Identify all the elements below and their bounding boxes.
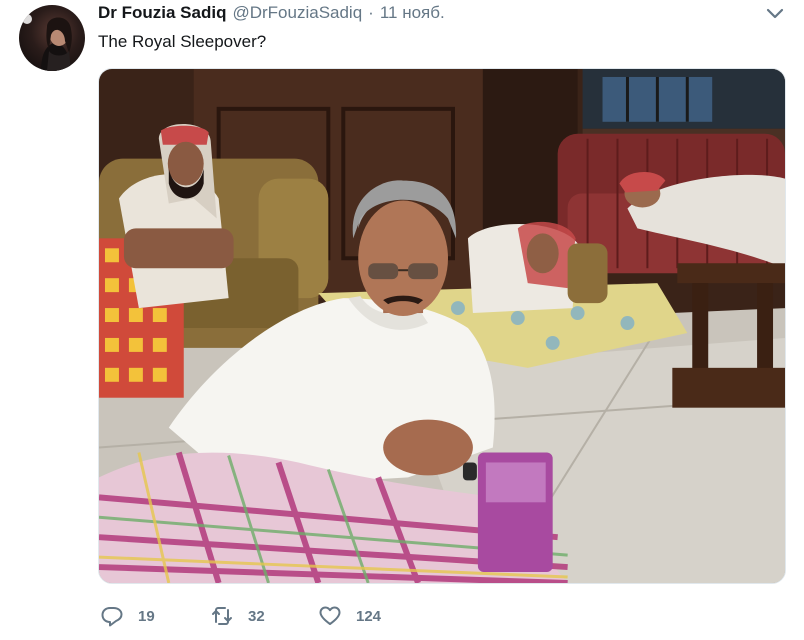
tweet-text: The Royal Sleepover? — [98, 32, 267, 51]
heart-icon — [319, 606, 341, 625]
tweet-card: Dr Fouzia Sadiq @DrFouziaSadiq · 11 нояб… — [0, 0, 804, 640]
chevron-down-icon[interactable] — [764, 6, 786, 22]
tweet-photo[interactable] — [98, 68, 786, 584]
retweet-button[interactable]: 32 — [210, 604, 318, 628]
reply-button[interactable]: 19 — [100, 604, 210, 628]
tweet-actions: 19 32 124 — [100, 603, 428, 629]
tweet-timestamp[interactable]: 11 нояб. — [380, 3, 445, 23]
like-count: 124 — [356, 607, 382, 625]
header-separator: · — [368, 3, 374, 22]
author-display-name[interactable]: Dr Fouzia Sadiq — [98, 3, 226, 23]
avatar[interactable] — [19, 5, 85, 71]
retweet-count: 32 — [248, 607, 265, 625]
reply-icon — [101, 607, 123, 627]
photo-image — [99, 69, 785, 583]
like-button[interactable]: 124 — [318, 604, 428, 628]
tweet-header: Dr Fouzia Sadiq @DrFouziaSadiq · 11 нояб… — [98, 3, 445, 25]
reply-count: 19 — [138, 607, 155, 625]
retweet-icon — [212, 607, 232, 625]
author-handle[interactable]: @DrFouziaSadiq — [232, 3, 362, 23]
avatar-image — [22, 14, 72, 71]
